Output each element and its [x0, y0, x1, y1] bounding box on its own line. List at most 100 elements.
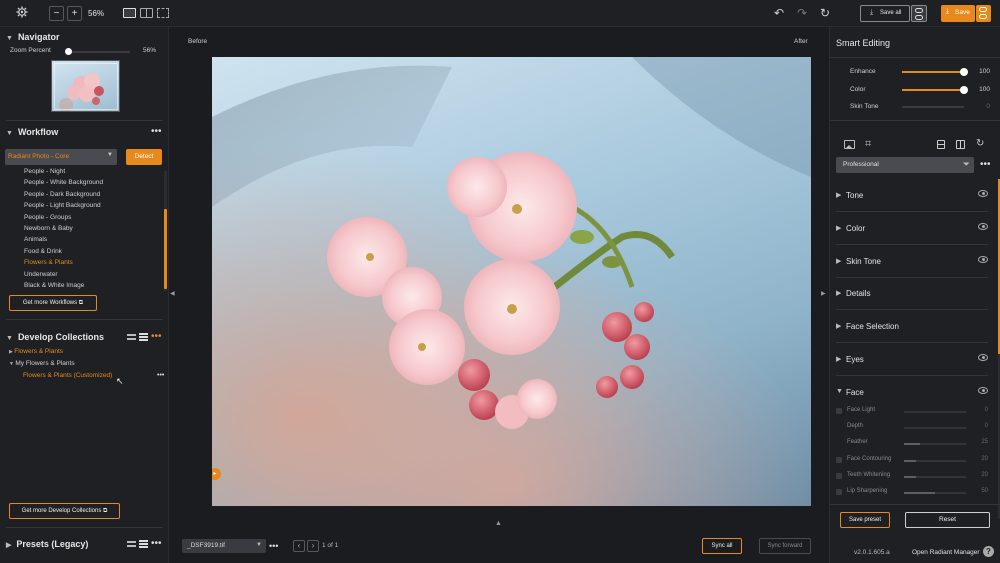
file-more-icon[interactable]: •••	[269, 542, 278, 551]
image-adjust-icon[interactable]	[844, 140, 855, 149]
preset-select[interactable]: Professional ⏷	[836, 157, 974, 173]
face-slider-track[interactable]	[904, 459, 966, 462]
prev-image-button[interactable]: ‹	[293, 540, 305, 552]
reset-all-icon[interactable]: ↻	[976, 138, 984, 149]
crop-compare-icon[interactable]	[157, 8, 169, 18]
face-slider-row[interactable]: Depth 0	[836, 423, 988, 433]
workflow-item[interactable]: Flowers & Plants	[24, 259, 73, 266]
workflow-scrollbar[interactable]	[164, 171, 167, 291]
workflow-item[interactable]: People - Groups	[24, 214, 71, 221]
workflow-item[interactable]: People - White Background	[24, 179, 103, 186]
face-slider-track[interactable]	[904, 492, 966, 494]
face-slider-row[interactable]: Lip Sharpening 50	[836, 488, 988, 498]
undo-icon[interactable]: ↶	[772, 6, 786, 20]
settings-gear-icon[interactable]	[14, 6, 30, 21]
face-option-checkbox[interactable]	[836, 489, 842, 495]
save-toggle[interactable]	[976, 5, 991, 22]
save-all-button[interactable]: ⤓ Save all	[860, 5, 910, 22]
get-more-workflows-button[interactable]: Get more Workflows ⧉	[9, 295, 97, 311]
face-slider-row[interactable]: Face Contouring 20	[836, 456, 988, 466]
collection-item[interactable]: ▶ Flowers & Plants	[9, 348, 63, 355]
visibility-eye-icon[interactable]	[978, 222, 988, 230]
help-icon[interactable]: ?	[983, 546, 994, 557]
face-option-checkbox[interactable]	[836, 456, 842, 463]
preset-more-icon[interactable]: •••	[980, 160, 991, 170]
single-view-icon[interactable]	[123, 8, 136, 18]
develop-collections-header[interactable]: ▼ Develop Collections	[6, 332, 104, 342]
visibility-eye-icon[interactable]	[978, 190, 988, 197]
panel-section-skin-tone[interactable]: ▶ Skin Tone	[836, 245, 988, 278]
workflow-item[interactable]: People - Light Background	[24, 202, 101, 209]
workflow-item[interactable]: Underwater	[24, 271, 58, 278]
presets-more-icon[interactable]: •••	[151, 539, 162, 549]
workflow-item[interactable]: Black & White Image	[24, 282, 84, 289]
right-panel-collapse-icon[interactable]: ▶	[821, 290, 826, 297]
save-button[interactable]: ⤓ Save	[941, 5, 975, 22]
sync-all-button[interactable]: Sync all	[702, 538, 742, 554]
face-slider-row[interactable]: Feather 25	[836, 439, 988, 449]
collection-item[interactable]: ▼ My Flowers & Plants	[9, 360, 75, 367]
smart-slider-knob[interactable]	[960, 85, 968, 94]
reset-button[interactable]: Reset	[905, 512, 990, 528]
visibility-eye-icon[interactable]	[978, 386, 988, 394]
filmstrip-toggle-icon[interactable]: ▲	[495, 520, 502, 527]
layers-icon[interactable]	[937, 140, 945, 149]
visibility-eye-icon[interactable]	[978, 255, 988, 263]
panel-section-details[interactable]: ▶ Details	[836, 277, 988, 311]
list-view-icon[interactable]	[139, 333, 148, 341]
workflow-header[interactable]: ▼ Workflow	[6, 127, 58, 137]
navigator-thumbnail[interactable]	[51, 60, 120, 112]
zoom-out-button[interactable]: −	[49, 6, 64, 21]
presets-header[interactable]: ▶ Presets (Legacy)	[6, 539, 88, 549]
workflow-select[interactable]: Radiant Photo - Core ▼	[5, 149, 117, 165]
split-view-icon[interactable]	[140, 8, 153, 18]
workflow-more-icon[interactable]: •••	[151, 127, 162, 137]
sync-forward-button[interactable]: Sync forward	[759, 538, 811, 554]
zoom-slider-knob[interactable]	[65, 48, 72, 55]
collection-item-more-icon[interactable]: •••	[157, 372, 164, 380]
collections-more-icon[interactable]: •••	[151, 332, 162, 342]
save-all-toggle[interactable]	[911, 5, 927, 22]
left-panel-collapse-icon[interactable]: ◀	[170, 290, 175, 297]
smart-slider-knob[interactable]	[960, 68, 968, 76]
get-more-collections-button[interactable]: Get more Develop Collections ⧉	[9, 503, 120, 519]
face-option-checkbox[interactable]	[836, 408, 842, 414]
face-slider-track[interactable]	[904, 411, 966, 413]
zoom-in-button[interactable]: +	[67, 6, 82, 21]
workflow-item[interactable]: Food & Drink	[24, 248, 62, 255]
panel-section-face[interactable]: ▼ Face	[836, 376, 988, 409]
crop-icon[interactable]: ⌗	[865, 138, 871, 151]
panel-section-tone[interactable]: ▶ Tone	[836, 179, 988, 212]
face-slider-row[interactable]: Teeth Whitening 20	[836, 472, 988, 482]
smart-slider-track[interactable]	[902, 85, 968, 94]
panel-section-face-selection[interactable]: ▶ Face Selection	[836, 310, 988, 344]
next-image-button[interactable]: ›	[307, 540, 319, 552]
zoom-percent-slider[interactable]	[65, 48, 130, 55]
workflow-item[interactable]: People - Night	[24, 168, 65, 175]
detect-button[interactable]: Detect	[126, 149, 162, 165]
collection-subitem[interactable]: Flowers & Plants (Customized)	[23, 372, 112, 379]
visibility-eye-icon[interactable]	[978, 354, 988, 361]
refresh-icon[interactable]: ↻	[818, 6, 832, 20]
file-select[interactable]: _DSF3919.tif ▼	[182, 539, 266, 553]
panel-section-eyes[interactable]: ▶ Eyes	[836, 343, 988, 376]
face-slider-track[interactable]	[904, 443, 966, 446]
smart-slider-track[interactable]	[902, 106, 964, 108]
face-slider-row[interactable]: Face Light 0	[836, 407, 988, 417]
face-option-checkbox[interactable]	[836, 472, 842, 479]
grid-view-icon[interactable]	[127, 541, 136, 547]
open-radiant-manager-link[interactable]: Open Radiant Manager	[912, 549, 980, 556]
save-preset-button[interactable]: Save preset	[840, 512, 890, 528]
workflow-item[interactable]: Newborn & Baby	[24, 225, 73, 232]
grid-view-icon[interactable]	[127, 334, 136, 340]
workflow-item[interactable]: Animals	[24, 236, 47, 243]
face-slider-track[interactable]	[904, 475, 966, 478]
navigator-header[interactable]: ▼ Navigator	[6, 32, 59, 42]
main-photo[interactable]: ▸	[212, 57, 811, 506]
smart-slider-track[interactable]	[902, 68, 968, 76]
redo-icon[interactable]: ↷	[795, 6, 809, 20]
panel-section-color[interactable]: ▶ Color	[836, 212, 988, 245]
list-view-icon[interactable]	[139, 540, 148, 548]
compare-icon[interactable]	[956, 140, 965, 149]
workflow-item[interactable]: People - Dark Background	[24, 191, 100, 198]
